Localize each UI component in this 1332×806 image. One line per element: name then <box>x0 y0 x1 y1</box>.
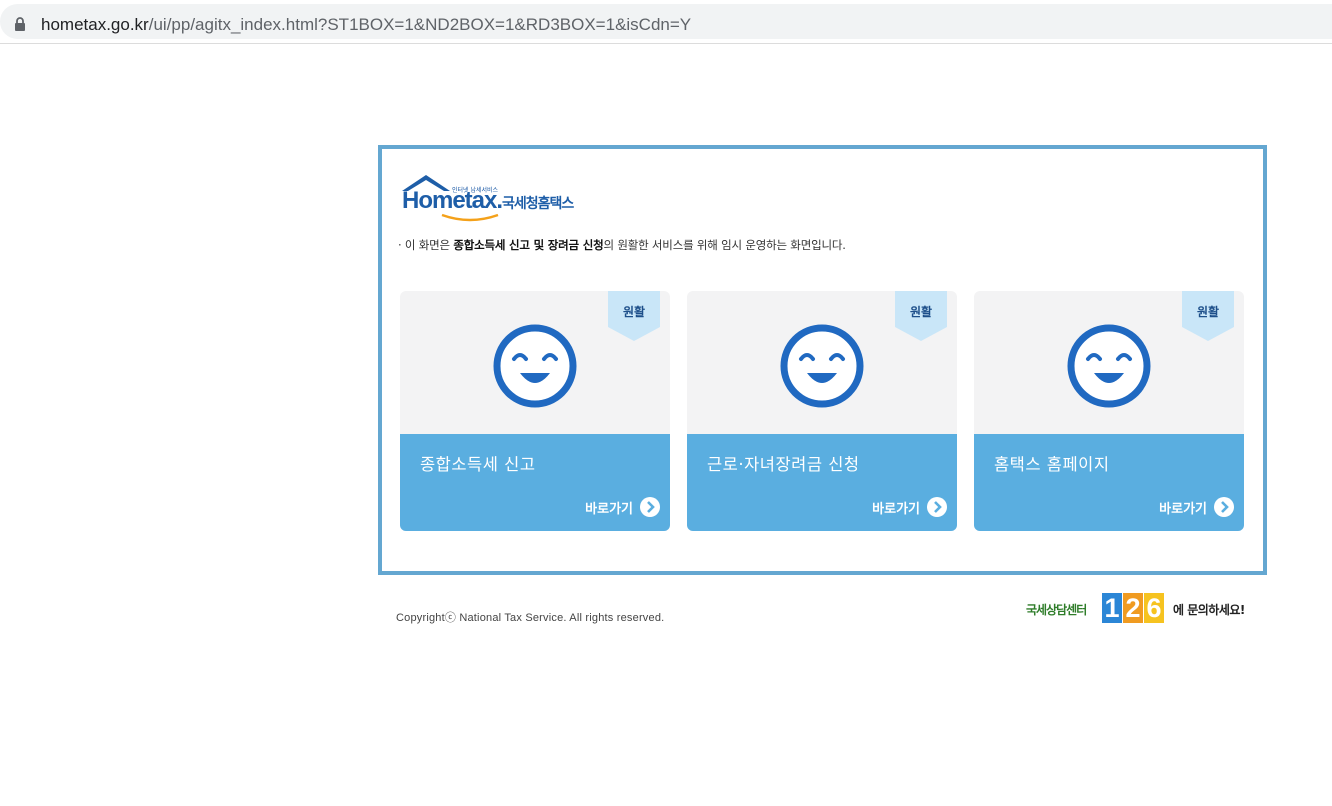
service-panel: 인터넷 납세서비스 Hometax. 국세청홈택스 · 이 화면은 종합소득세 … <box>378 145 1267 575</box>
card-income-tax[interactable]: 원활 종합소득세 신고 바로가기 <box>400 291 670 531</box>
card-title: 종합소득세 신고 <box>420 455 536 474</box>
url-host: hometax.go.kr <box>41 15 149 34</box>
notice-prefix: · 이 화면은 <box>398 238 454 252</box>
notice-suffix: 의 원활한 서비스를 위해 임시 운영하는 화면입니다. <box>603 238 846 252</box>
number-digit: 1 <box>1102 593 1122 623</box>
status-label: 원활 <box>622 305 646 319</box>
chevron-right-circle-icon <box>927 497 947 517</box>
status-badge: 원활 <box>1182 291 1234 341</box>
go-button[interactable]: 바로가기 <box>872 497 947 517</box>
status-label: 원활 <box>1196 305 1220 319</box>
card-hometax-homepage[interactable]: 원활 홈택스 홈페이지 바로가기 <box>974 291 1244 531</box>
logo-wordmark: Hometax. <box>402 187 503 214</box>
logo-korean-name: 국세청홈택스 <box>502 196 574 212</box>
call-center-label: 국세상담센터 <box>1026 603 1087 617</box>
hometax-logo[interactable]: 인터넷 납세서비스 Hometax. 국세청홈택스 <box>400 173 590 223</box>
card-incentive-application[interactable]: 원활 근로·자녀장려금 신청 바로가기 <box>687 291 957 531</box>
card-footer: 홈택스 홈페이지 바로가기 <box>974 434 1244 531</box>
card-title: 홈택스 홈페이지 <box>994 455 1110 474</box>
status-badge: 원활 <box>608 291 660 341</box>
smiley-face-icon <box>780 324 864 408</box>
call-center-banner: 국세상담센터 1 2 6 에 문의하세요! <box>1026 593 1252 625</box>
browser-address-bar: hometax.go.kr/ui/pp/agitx_index.html?ST1… <box>0 0 1332 44</box>
call-center-suffix: 에 문의하세요! <box>1173 603 1245 617</box>
card-footer: 종합소득세 신고 바로가기 <box>400 434 670 531</box>
smiley-face-icon <box>493 324 577 408</box>
logo-swoosh <box>441 213 499 222</box>
card-title: 근로·자녀장려금 신청 <box>707 455 860 474</box>
number-digit: 6 <box>1144 593 1164 623</box>
go-label: 바로가기 <box>585 501 633 517</box>
notice-text: · 이 화면은 종합소득세 신고 및 장려금 신청의 원활한 서비스를 위해 임… <box>398 237 846 253</box>
status-label: 원활 <box>909 305 933 319</box>
go-label: 바로가기 <box>1159 501 1207 517</box>
chevron-right-circle-icon <box>640 497 660 517</box>
url-field[interactable]: hometax.go.kr/ui/pp/agitx_index.html?ST1… <box>0 4 1332 39</box>
url-path: /ui/pp/agitx_index.html?ST1BOX=1&ND2BOX=… <box>148 15 692 34</box>
chevron-right-circle-icon <box>1214 497 1234 517</box>
go-label: 바로가기 <box>872 501 920 517</box>
card-footer: 근로·자녀장려금 신청 바로가기 <box>687 434 957 531</box>
smiley-face-icon <box>1067 324 1151 408</box>
go-button[interactable]: 바로가기 <box>585 497 660 517</box>
status-badge: 원활 <box>895 291 947 341</box>
notice-bold: 종합소득세 신고 및 장려금 신청 <box>453 238 604 252</box>
lock-icon[interactable] <box>14 17 26 31</box>
number-digit: 2 <box>1123 593 1143 623</box>
copyright-text: Copyrightⓒ National Tax Service. All rig… <box>396 612 665 624</box>
go-button[interactable]: 바로가기 <box>1159 497 1234 517</box>
url-text[interactable]: hometax.go.kr/ui/pp/agitx_index.html?ST1… <box>41 15 691 35</box>
call-center-number: 1 2 6 <box>1102 593 1165 623</box>
